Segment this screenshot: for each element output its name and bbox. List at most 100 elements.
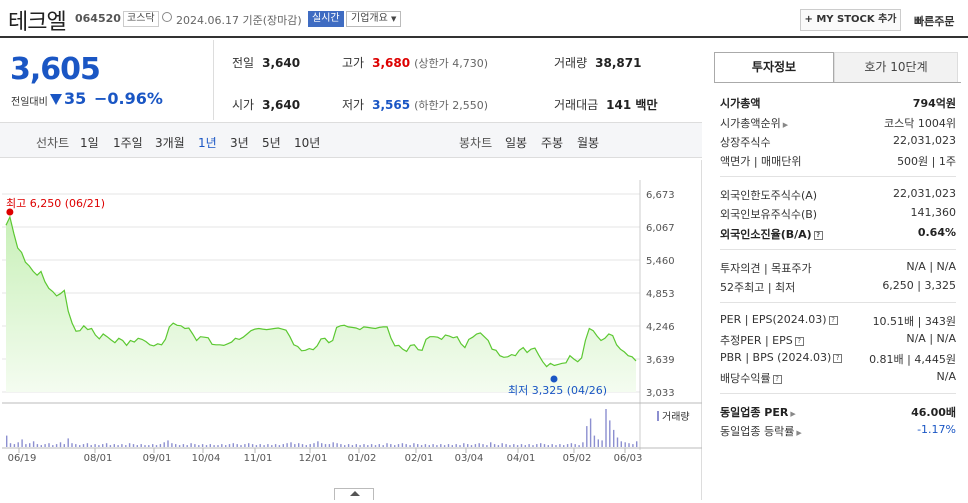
volume-bar	[178, 445, 181, 447]
volume-bar	[405, 444, 407, 447]
tab-invest-info[interactable]: 투자정보	[714, 52, 834, 83]
volume-bar	[75, 444, 77, 447]
chevron-right-icon[interactable]: ▶	[796, 429, 801, 437]
volume-bar	[478, 443, 480, 447]
period-3m[interactable]: 3개월	[155, 134, 185, 151]
corp-overview-button[interactable]: 기업개요 ▼	[346, 11, 402, 27]
volume-bar	[390, 444, 392, 447]
chevron-right-icon[interactable]: ▶	[790, 410, 795, 418]
help-icon[interactable]: ?	[813, 231, 823, 240]
volume-bar	[159, 444, 162, 447]
volume-bar	[132, 444, 135, 447]
x-tick-label: 06/19	[8, 453, 37, 464]
period-1d[interactable]: 1일	[80, 134, 99, 151]
price-chart-area: 6,673 6,067 5,460 4,853 4,246 3,639 3,033 06/1…	[0, 160, 702, 500]
divider	[720, 249, 956, 250]
volume-bar	[136, 445, 138, 447]
volume-bar	[198, 445, 200, 447]
info-row: 상장주식수 22,031,023	[720, 134, 956, 152]
volume-bar	[589, 418, 592, 447]
volume-bar	[397, 444, 400, 447]
volume-bar	[228, 444, 231, 447]
stat-label: 고가	[342, 56, 365, 70]
volume-bar	[367, 445, 369, 447]
volume-bar	[351, 445, 354, 447]
volume-bar	[340, 444, 342, 447]
volume-bar	[271, 445, 273, 447]
info-value: N/A | N/A	[906, 332, 956, 345]
line-chart-label: 선차트	[36, 136, 70, 150]
volume-bar	[255, 445, 258, 447]
period-5y[interactable]: 5년	[262, 134, 281, 151]
volume-bar	[282, 444, 284, 447]
volume-bar	[40, 445, 42, 447]
volume-bar	[25, 444, 27, 447]
y-tick-label: 4,853	[646, 289, 675, 300]
volume-bar	[217, 445, 219, 447]
tab-hoga[interactable]: 호가 10단계	[834, 52, 958, 83]
volume-bar	[436, 445, 438, 447]
volume-bar	[248, 443, 250, 447]
candle-weekly[interactable]: 주봉	[541, 134, 563, 151]
volume-bar	[259, 444, 261, 447]
volume-bar	[167, 440, 169, 447]
volume-bar	[274, 444, 277, 447]
volume-bar	[152, 444, 154, 447]
volume-bar	[90, 445, 92, 447]
x-tick-label: 11/01	[244, 453, 273, 464]
quick-order-button[interactable]: 빠른주문	[914, 13, 954, 29]
help-icon[interactable]: ?	[794, 337, 804, 346]
y-tick-label: 3,639	[646, 355, 675, 366]
x-tick-label: 09/01	[143, 453, 172, 464]
period-selector: 선차트 1일 1주일 3개월 1년 3년 5년 10년 봉차트 일봉 주봉 월봉	[0, 122, 702, 158]
stat-label: 저가	[342, 98, 365, 112]
down-arrow-icon	[50, 94, 62, 105]
info-label: 동일업종 PER ▶	[720, 406, 796, 419]
base-date: 2024.06.17 기준(장마감)	[176, 14, 302, 27]
period-10y[interactable]: 10년	[294, 134, 320, 151]
volume-bar	[298, 443, 300, 447]
volume-bar	[17, 442, 19, 448]
stat-high: 고가 3,680 (상한가 4,730)	[342, 54, 488, 71]
info-label: 동일업종 등락률 ▶	[720, 425, 802, 438]
upper-limit: (상한가 4,730)	[414, 57, 488, 70]
volume-bar	[267, 444, 269, 447]
stat-open: 시가 3,640	[232, 96, 300, 113]
realtime-badge[interactable]: 실시간	[308, 11, 344, 27]
volume-bar	[470, 445, 473, 447]
candle-daily[interactable]: 일봉	[505, 134, 527, 151]
volume-bar	[593, 435, 596, 447]
period-1y[interactable]: 1년	[198, 134, 217, 151]
info-value: -1.17%	[917, 423, 956, 436]
chevron-right-icon[interactable]: ▶	[783, 121, 788, 129]
help-icon[interactable]: ?	[828, 316, 838, 325]
info-label: 시가총액순위 ▶	[720, 117, 789, 130]
info-label: 시가총액	[720, 97, 761, 110]
info-row: 액면가 | 매매단위 500원 | 1주	[720, 153, 956, 171]
price-chart[interactable]: 6,673 6,067 5,460 4,853 4,246 3,639 3,033 06/1…	[0, 160, 702, 500]
volume-bar	[528, 444, 530, 447]
volume-bar	[440, 444, 442, 447]
price-box: 3,605 전일대비 35 −0.96%	[0, 40, 212, 120]
chart-expand-button[interactable]	[334, 488, 374, 500]
volume-bar	[236, 444, 238, 447]
volume-bar	[29, 443, 31, 447]
info-value: 0.81배 | 4,445원	[869, 353, 956, 366]
info-row: 시가총액 794억원	[720, 95, 956, 113]
volume-bar	[582, 442, 584, 448]
candle-monthly[interactable]: 월봉	[577, 134, 599, 151]
add-mystock-button[interactable]: + MY STOCK 추가	[800, 9, 901, 31]
volume-bar	[128, 443, 131, 447]
help-icon[interactable]: ?	[833, 354, 843, 363]
volume-bar	[9, 443, 12, 447]
stock-code: 064520	[75, 12, 121, 25]
period-1w[interactable]: 1주일	[113, 134, 143, 151]
info-label: 외국인한도주식수(A)	[720, 189, 818, 202]
volume-bar	[290, 442, 292, 448]
volume-bar	[609, 420, 611, 447]
volume-bar	[121, 444, 123, 447]
help-icon[interactable]: ?	[772, 375, 782, 384]
volume-bar	[355, 444, 357, 447]
period-3y[interactable]: 3년	[230, 134, 249, 151]
x-tick-label: 04/01	[507, 453, 536, 464]
